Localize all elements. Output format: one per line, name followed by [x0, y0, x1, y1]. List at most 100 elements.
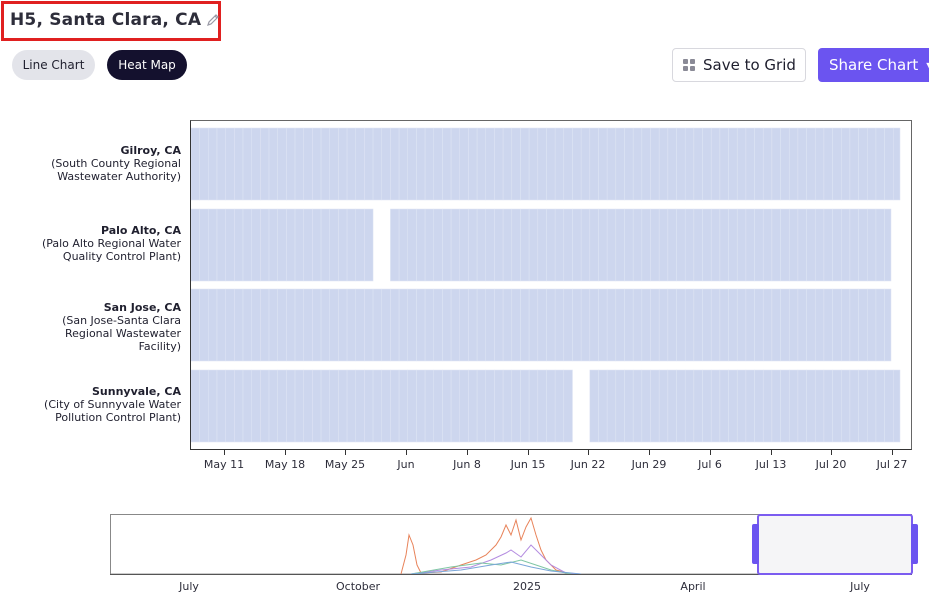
heatmap-cell[interactable]	[511, 369, 521, 443]
heatmap-cell[interactable]	[806, 208, 816, 282]
heatmap-cell[interactable]	[251, 208, 261, 282]
heatmap-cell[interactable]	[511, 288, 521, 362]
heatmap-cell[interactable]	[684, 288, 695, 362]
heatmap-cell[interactable]	[780, 208, 790, 282]
heatmap-cell[interactable]	[650, 288, 660, 362]
heatmap-cell[interactable]	[867, 369, 877, 443]
tab-heat-map[interactable]: Heat Map	[107, 50, 187, 80]
heatmap-cell[interactable]	[754, 369, 764, 443]
heatmap-cell[interactable]	[398, 208, 409, 282]
heatmap-cell[interactable]	[693, 288, 703, 362]
heatmap-cell[interactable]	[624, 208, 634, 282]
heatmap-cell[interactable]	[841, 127, 851, 201]
heatmap-cell[interactable]	[676, 288, 686, 362]
heatmap-cell[interactable]	[624, 127, 634, 201]
heatmap-cell[interactable]	[572, 288, 582, 362]
heatmap-cell[interactable]	[216, 127, 226, 201]
heatmap-cell[interactable]	[589, 127, 599, 201]
heatmap-cell[interactable]	[407, 208, 417, 282]
heatmap-cell[interactable]	[303, 288, 313, 362]
heatmap-cell[interactable]	[225, 127, 235, 201]
heatmap-cell[interactable]	[502, 369, 513, 443]
heatmap-cell[interactable]	[286, 288, 296, 362]
heatmap-cell[interactable]	[416, 127, 426, 201]
heatmap-cell[interactable]	[632, 208, 643, 282]
heatmap-cell[interactable]	[537, 288, 547, 362]
heatmap-cell[interactable]	[546, 127, 556, 201]
heatmap-cell[interactable]	[684, 208, 695, 282]
heatmap-cell[interactable]	[780, 127, 790, 201]
heatmap-cell[interactable]	[632, 369, 643, 443]
heatmap-cell[interactable]	[390, 369, 400, 443]
heatmap-cell[interactable]	[476, 369, 487, 443]
heatmap-cell[interactable]	[728, 288, 738, 362]
heatmap-cell[interactable]	[407, 369, 417, 443]
heatmap-cell[interactable]	[433, 208, 443, 282]
heatmap-cell[interactable]	[407, 127, 417, 201]
heatmap-cell[interactable]	[485, 208, 495, 282]
heatmap-cell[interactable]	[424, 127, 435, 201]
heatmap-cell[interactable]	[650, 127, 660, 201]
heatmap-cell[interactable]	[641, 369, 651, 443]
heatmap-cell[interactable]	[788, 208, 799, 282]
heatmap-cell[interactable]	[702, 288, 712, 362]
heatmap-cell[interactable]	[286, 369, 296, 443]
heatmap-cell[interactable]	[424, 369, 435, 443]
heatmap-cell[interactable]	[424, 288, 435, 362]
heatmap-cell[interactable]	[398, 288, 409, 362]
heatmap-cell[interactable]	[762, 369, 773, 443]
heatmap-cell[interactable]	[199, 208, 209, 282]
heatmap-cell[interactable]	[294, 208, 304, 282]
heatmap-cell[interactable]	[867, 127, 877, 201]
heatmap-cell[interactable]	[884, 369, 894, 443]
heatmap-cell[interactable]	[658, 369, 669, 443]
heatmap-cell[interactable]	[875, 369, 885, 443]
heatmap-cell[interactable]	[884, 288, 892, 362]
heatmap-cell[interactable]	[216, 208, 226, 282]
heatmap-cell[interactable]	[199, 369, 209, 443]
heatmap-cell[interactable]	[450, 208, 461, 282]
heatmap-cell[interactable]	[216, 288, 226, 362]
heatmap-cell[interactable]	[338, 288, 348, 362]
heatmap-cell[interactable]	[528, 127, 539, 201]
heatmap-cell[interactable]	[450, 369, 461, 443]
heatmap-cell[interactable]	[416, 288, 426, 362]
heatmap-cell[interactable]	[502, 288, 513, 362]
heatmap-cell[interactable]	[797, 369, 807, 443]
heatmap-cell[interactable]	[364, 288, 374, 362]
heatmap-cell[interactable]	[234, 288, 244, 362]
heatmap-cell[interactable]	[754, 288, 764, 362]
heatmap-cell[interactable]	[641, 127, 651, 201]
heatmap-cell[interactable]	[554, 288, 565, 362]
heatmap-cell[interactable]	[797, 127, 807, 201]
heatmap-cell[interactable]	[546, 369, 556, 443]
heatmap-cell[interactable]	[615, 208, 625, 282]
heatmap-cell[interactable]	[693, 369, 703, 443]
heatmap-cell[interactable]	[658, 208, 669, 282]
heatmap-cell[interactable]	[893, 127, 901, 201]
heatmap-cell[interactable]	[433, 369, 443, 443]
share-chart-button[interactable]: Share Chart ▾	[818, 48, 929, 82]
heatmap-cell[interactable]	[598, 288, 608, 362]
heatmap-cell[interactable]	[589, 288, 599, 362]
heatmap-cell[interactable]	[615, 369, 625, 443]
heatmap-cell[interactable]	[485, 369, 495, 443]
heatmap-cell[interactable]	[658, 127, 669, 201]
heatmap-cell[interactable]	[364, 208, 374, 282]
heatmap-cell[interactable]	[225, 369, 235, 443]
heatmap-cell[interactable]	[676, 208, 686, 282]
heatmap-cell[interactable]	[390, 127, 400, 201]
heatmap-cell[interactable]	[745, 127, 755, 201]
heatmap-cell[interactable]	[736, 127, 747, 201]
heatmap-cell[interactable]	[632, 127, 643, 201]
heatmap-cell[interactable]	[667, 288, 677, 362]
heatmap-cell[interactable]	[814, 288, 825, 362]
heatmap-cell[interactable]	[346, 208, 356, 282]
heatmap-cell[interactable]	[294, 127, 304, 201]
heatmap-cell[interactable]	[788, 288, 799, 362]
heatmap-cell[interactable]	[260, 127, 270, 201]
heatmap-cell[interactable]	[762, 208, 773, 282]
heatmap-cell[interactable]	[684, 127, 695, 201]
heatmap-cell[interactable]	[606, 208, 617, 282]
heatmap-cell[interactable]	[719, 369, 729, 443]
